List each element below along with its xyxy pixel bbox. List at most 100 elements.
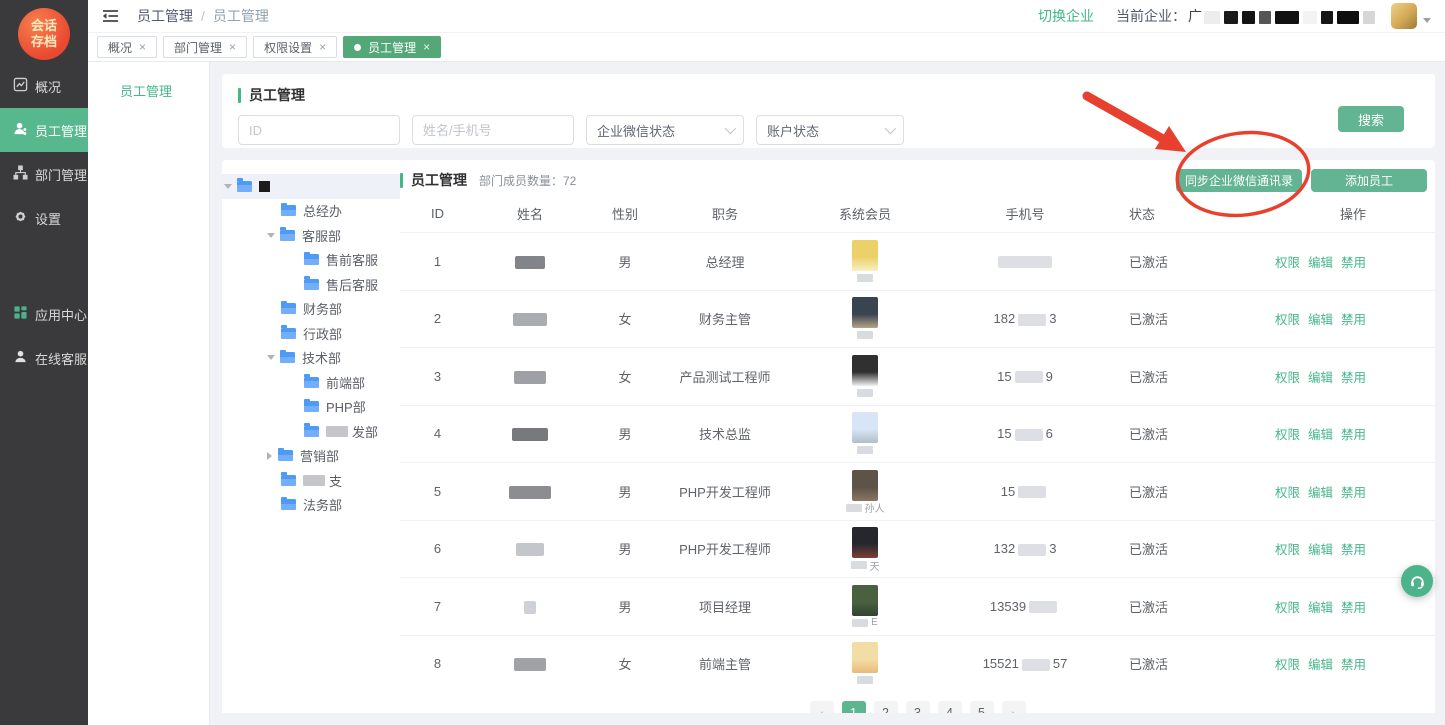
chevron-down-icon[interactable] xyxy=(1423,18,1431,23)
employee-card: 总经办客服部售前客服售后客服财务部行政部技术部前端部PHP部发部营销部支法务部 … xyxy=(222,160,1435,713)
tree-node[interactable]: 售前客服 xyxy=(222,248,400,273)
pagination-page-4[interactable]: 4 xyxy=(938,701,962,713)
cell-id: 7 xyxy=(400,599,475,614)
tab-label: 概况 xyxy=(108,39,132,56)
member-avatar xyxy=(852,297,878,328)
pagination-page-1[interactable]: 1 xyxy=(842,701,866,713)
subnav-item-employees[interactable]: 员工管理 xyxy=(88,62,209,100)
add-employee-button[interactable]: 添加员工 xyxy=(1311,169,1427,192)
edit-link[interactable]: 编辑 xyxy=(1308,313,1333,327)
logo-line1: 会话 xyxy=(31,18,57,34)
edit-link[interactable]: 编辑 xyxy=(1308,256,1333,270)
edit-link[interactable]: 编辑 xyxy=(1308,543,1333,557)
disable-link[interactable]: 禁用 xyxy=(1341,256,1366,270)
tree-node-label: 支 xyxy=(329,471,342,490)
online-service-float-button[interactable] xyxy=(1401,565,1433,597)
tree-node[interactable]: 行政部 xyxy=(222,321,400,346)
tree-node[interactable] xyxy=(222,174,400,199)
tree-node[interactable]: 营销部 xyxy=(222,444,400,469)
tree-node[interactable]: 法务部 xyxy=(222,493,400,518)
id-input[interactable] xyxy=(238,115,400,145)
sidebar-item-departments[interactable]: 部门管理 xyxy=(0,152,88,196)
collapse-menu-icon[interactable] xyxy=(102,8,119,24)
tab-close-icon[interactable]: × xyxy=(423,40,430,54)
permission-link[interactable]: 权限 xyxy=(1275,486,1300,500)
switch-company-link[interactable]: 切换企业 xyxy=(1038,6,1094,26)
pagination-page-5[interactable]: 5 xyxy=(970,701,994,713)
redacted-label xyxy=(303,475,325,486)
pagination-prev[interactable]: ‹ xyxy=(810,701,834,713)
sidebar-item-app-center[interactable]: 应用中心 xyxy=(0,292,88,336)
permission-link[interactable]: 权限 xyxy=(1275,601,1300,615)
disable-link[interactable]: 禁用 xyxy=(1341,428,1366,442)
pagination-page-2[interactable]: 2 xyxy=(874,701,898,713)
breadcrumb-parent[interactable]: 员工管理 xyxy=(137,6,193,26)
sidebar-nav: 概况 员工管理 部门管理 设置 xyxy=(0,64,88,380)
edit-link[interactable]: 编辑 xyxy=(1308,486,1333,500)
tree-node[interactable]: 支 xyxy=(222,468,400,493)
edit-link[interactable]: 编辑 xyxy=(1308,658,1333,672)
pagination-page-3[interactable]: 3 xyxy=(906,701,930,713)
tree-caret-down-icon[interactable] xyxy=(224,184,232,189)
sync-wechat-contacts-button[interactable]: 同步企业微信通讯录 xyxy=(1176,169,1302,192)
tree-node[interactable]: 财务部 xyxy=(222,297,400,322)
sidebar-item-online-service[interactable]: 在线客服 xyxy=(0,336,88,380)
tree-caret-down-icon[interactable] xyxy=(267,233,275,238)
permission-link[interactable]: 权限 xyxy=(1275,658,1300,672)
disable-link[interactable]: 禁用 xyxy=(1341,371,1366,385)
tree-caret-down-icon[interactable] xyxy=(267,355,275,360)
tree-caret-right-icon[interactable] xyxy=(267,452,272,460)
tree-node-label: 总经办 xyxy=(303,201,342,220)
pagination-next[interactable]: › xyxy=(1002,701,1026,713)
tab-close-icon[interactable]: × xyxy=(139,40,146,54)
member-avatar xyxy=(852,585,878,616)
redacted-caption xyxy=(852,619,868,627)
permission-link[interactable]: 权限 xyxy=(1275,313,1300,327)
member-count: 部门成员数量：72 xyxy=(479,172,576,189)
user-avatar[interactable] xyxy=(1391,3,1417,29)
tree-node[interactable]: 技术部 xyxy=(222,346,400,371)
edit-link[interactable]: 编辑 xyxy=(1308,371,1333,385)
tab-close-icon[interactable]: × xyxy=(319,40,326,54)
table-title: 员工管理 xyxy=(411,170,467,190)
search-button[interactable]: 搜索 xyxy=(1338,106,1404,132)
tree-node[interactable]: 前端部 xyxy=(222,370,400,395)
tree-node[interactable]: 售后客服 xyxy=(222,272,400,297)
tab-employees[interactable]: 员工管理 × xyxy=(343,36,441,58)
permission-link[interactable]: 权限 xyxy=(1275,428,1300,442)
disable-link[interactable]: 禁用 xyxy=(1341,601,1366,615)
column-header: 状态 xyxy=(1105,204,1225,223)
permission-link[interactable]: 权限 xyxy=(1275,543,1300,557)
edit-link[interactable]: 编辑 xyxy=(1308,428,1333,442)
edit-link[interactable]: 编辑 xyxy=(1308,601,1333,615)
disable-link[interactable]: 禁用 xyxy=(1341,313,1366,327)
permission-link[interactable]: 权限 xyxy=(1275,371,1300,385)
tree-node[interactable]: 客服部 xyxy=(222,223,400,248)
tree-node[interactable]: 总经办 xyxy=(222,199,400,224)
cell-name xyxy=(475,426,585,441)
tree-node-label: 发部 xyxy=(352,422,378,441)
tab-permissions[interactable]: 权限设置 × xyxy=(253,36,337,58)
permission-link[interactable]: 权限 xyxy=(1275,256,1300,270)
tab-close-icon[interactable]: × xyxy=(229,40,236,54)
cell-job-title: PHP开发工程师 xyxy=(665,539,785,558)
tree-node[interactable]: PHP部 xyxy=(222,395,400,420)
sidebar-item-settings[interactable]: 设置 xyxy=(0,196,88,240)
tab-overview[interactable]: 概况 × xyxy=(97,36,157,58)
cell-phone xyxy=(945,254,1105,269)
sidebar-item-overview[interactable]: 概况 xyxy=(0,64,88,108)
folder-icon xyxy=(281,499,296,510)
redacted-caption xyxy=(857,331,873,339)
tree-node[interactable]: 发部 xyxy=(222,419,400,444)
cell-status: 已激活 xyxy=(1105,309,1225,328)
sidebar-item-employees[interactable]: 员工管理 xyxy=(0,108,88,152)
cell-status: 已激活 xyxy=(1105,367,1225,386)
disable-link[interactable]: 禁用 xyxy=(1341,658,1366,672)
redacted-name xyxy=(514,371,546,384)
name-phone-input[interactable] xyxy=(412,115,574,145)
disable-link[interactable]: 禁用 xyxy=(1341,543,1366,557)
disable-link[interactable]: 禁用 xyxy=(1341,486,1366,500)
account-status-select[interactable]: 账户状态 xyxy=(756,115,904,145)
tab-departments[interactable]: 部门管理 × xyxy=(163,36,247,58)
wechat-status-select[interactable]: 企业微信状态 xyxy=(586,115,744,145)
